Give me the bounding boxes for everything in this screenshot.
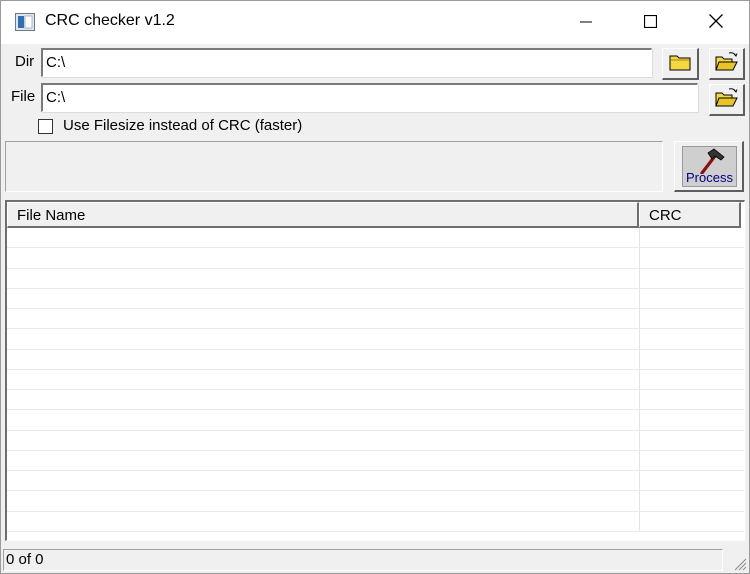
table-row[interactable]	[7, 248, 744, 269]
app-icon	[15, 13, 35, 31]
process-button[interactable]: Process	[674, 141, 744, 192]
column-header-crc[interactable]: CRC	[639, 202, 741, 228]
status-bar: 0 of 0	[1, 547, 749, 573]
column-separator	[639, 268, 640, 288]
file-label: File	[11, 88, 36, 105]
maximize-icon	[643, 14, 657, 31]
file-list[interactable]: File Name CRC	[5, 200, 745, 541]
file-input[interactable]: C:\	[41, 83, 698, 112]
close-button[interactable]	[693, 1, 739, 44]
table-row[interactable]	[7, 511, 744, 532]
title-bar[interactable]: CRC checker v1.2	[1, 1, 749, 44]
table-row[interactable]	[7, 471, 744, 492]
dir-label: Dir	[15, 53, 35, 70]
column-separator	[639, 390, 640, 410]
column-separator	[639, 349, 640, 369]
progress-bar	[5, 141, 663, 192]
column-separator	[639, 511, 640, 531]
open-file-button[interactable]	[709, 84, 745, 116]
folder-icon	[669, 53, 691, 74]
table-row[interactable]	[7, 430, 744, 451]
resize-grip-icon[interactable]	[731, 555, 747, 571]
column-separator	[639, 248, 640, 268]
process-label: Process	[686, 170, 733, 185]
close-icon	[709, 14, 723, 31]
file-list-header: File Name CRC	[7, 202, 744, 228]
maximize-button[interactable]	[627, 1, 673, 44]
table-row[interactable]	[7, 369, 744, 390]
column-separator	[639, 369, 640, 389]
column-separator	[639, 450, 640, 470]
column-separator	[639, 491, 640, 511]
browse-dir-button[interactable]	[662, 48, 699, 80]
column-separator	[639, 410, 640, 430]
column-header-file-name[interactable]: File Name	[7, 202, 639, 228]
filesize-checkbox[interactable]	[38, 119, 53, 134]
table-row[interactable]	[7, 288, 744, 309]
open-folder-icon	[714, 52, 739, 75]
app-window: CRC checker v1.2 Dir C:\ File C:\ Use Fi…	[0, 0, 750, 574]
open-folder-icon	[714, 88, 739, 111]
column-separator	[639, 471, 640, 491]
table-row[interactable]	[7, 309, 744, 330]
column-separator	[639, 288, 640, 308]
status-text: 0 of 0	[3, 549, 723, 571]
open-dir-button[interactable]	[709, 48, 745, 80]
filesize-checkbox-label[interactable]: Use Filesize instead of CRC (faster)	[63, 117, 302, 134]
column-separator	[639, 329, 640, 349]
column-separator	[639, 228, 640, 248]
table-row[interactable]	[7, 491, 744, 512]
column-separator	[639, 430, 640, 450]
table-row[interactable]	[7, 450, 744, 471]
table-row[interactable]	[7, 268, 744, 289]
table-row[interactable]	[7, 329, 744, 350]
minimize-icon	[580, 15, 592, 31]
dir-input[interactable]: C:\	[41, 48, 652, 77]
table-row[interactable]	[7, 228, 744, 249]
table-row[interactable]	[7, 410, 744, 431]
process-button-face: Process	[682, 146, 737, 187]
table-row[interactable]	[7, 390, 744, 411]
table-row[interactable]	[7, 349, 744, 370]
file-list-body[interactable]	[7, 228, 744, 540]
minimize-button[interactable]	[563, 1, 609, 44]
window-title: CRC checker v1.2	[45, 12, 175, 29]
column-separator	[639, 309, 640, 329]
